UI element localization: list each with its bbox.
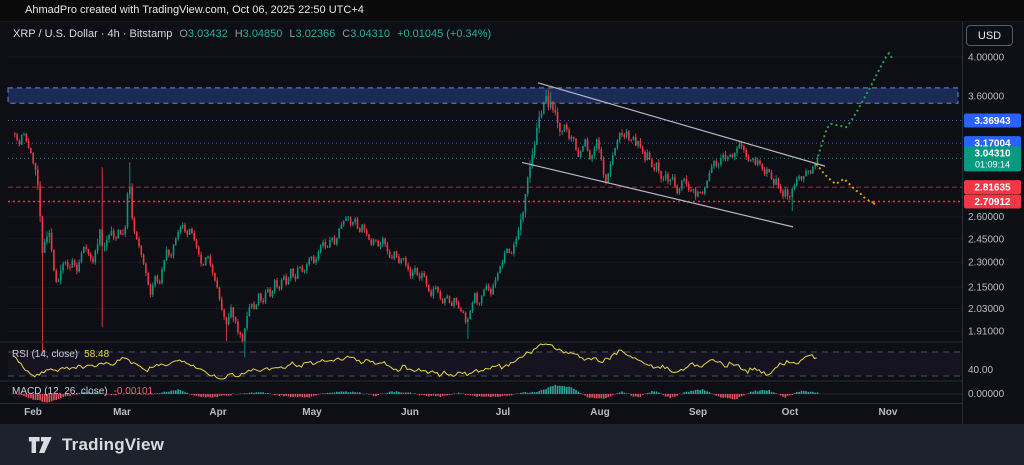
price-axis[interactable]: 4.00000 3.60000 2.60000 2.45000 2.30000 2.150… (968, 52, 1005, 400)
open-label: O (179, 28, 188, 40)
svg-text:May: May (302, 407, 322, 418)
svg-text:4.00000: 4.00000 (968, 52, 1005, 63)
svg-text:Jul: Jul (496, 407, 511, 418)
svg-text:3.60000: 3.60000 (968, 92, 1005, 103)
high-value: 3.04850 (243, 28, 283, 40)
svg-text:Nov: Nov (879, 407, 898, 418)
svg-text:2.45000: 2.45000 (968, 234, 1005, 245)
trendlines[interactable] (522, 83, 825, 227)
rsi-legend: RSI (14, close) 58.48 (12, 349, 109, 360)
symbol-legend: XRP / U.S. Dollar · 4h · Bitstamp O3.0343… (13, 28, 491, 40)
svg-text:2.70912: 2.70912 (974, 197, 1011, 208)
svg-text:Apr: Apr (209, 407, 226, 418)
rsi-value: 58.48 (84, 349, 109, 360)
close-value: 3.04310 (350, 28, 390, 40)
rsi-band-fill (8, 352, 962, 376)
svg-text:2.60000: 2.60000 (968, 212, 1005, 223)
svg-text:2.81635: 2.81635 (974, 183, 1011, 194)
tradingview-brand-text: TradingView (62, 435, 164, 455)
svg-text:Aug: Aug (590, 407, 609, 418)
symbol-title[interactable]: XRP / U.S. Dollar · 4h · Bitstamp (13, 28, 172, 40)
footer-bar: TradingView (0, 424, 1024, 465)
high-label: H (235, 28, 243, 40)
tradingview-logo-icon (28, 435, 53, 455)
time-axis[interactable]: Feb Mar Apr May Jun Jul Aug Sep Oct Nov (24, 407, 898, 418)
svg-text:1.91000: 1.91000 (968, 327, 1005, 338)
svg-text:0.00000: 0.00000 (968, 389, 1005, 400)
bearish-projection[interactable] (816, 164, 875, 207)
candlestick-series (14, 90, 818, 357)
svg-text:2.15000: 2.15000 (968, 283, 1005, 294)
bullish-projection[interactable] (818, 53, 893, 156)
svg-text:2.30000: 2.30000 (968, 258, 1005, 269)
svg-text:Oct: Oct (782, 407, 799, 418)
open-value: 3.03432 (188, 28, 228, 40)
macd-legend: MACD (12, 26, close) -0.00101 (12, 386, 153, 397)
price-level-lines (8, 121, 962, 202)
bar-countdown: 01:09:14 (975, 159, 1010, 169)
watermark-text: AhmadPro created with TradingView.com, O… (25, 4, 364, 16)
svg-text:3.36943: 3.36943 (974, 116, 1011, 127)
svg-text:3.04310: 3.04310 (974, 148, 1011, 159)
svg-text:Jun: Jun (401, 407, 419, 418)
svg-text:Mar: Mar (113, 407, 131, 418)
price-badges[interactable]: 3.369433.170043.0431001:09:142.816352.70… (964, 114, 1021, 209)
change-value: +0.01045 (+0.34%) (397, 28, 491, 40)
low-value: 3.02366 (296, 28, 336, 40)
tradingview-logo[interactable]: TradingView (28, 435, 164, 455)
svg-text:2.03000: 2.03000 (968, 304, 1005, 315)
macd-value: -0.00101 (114, 386, 153, 397)
macd-label[interactable]: MACD (12, 26, close) (12, 386, 108, 397)
svg-text:40.00: 40.00 (968, 365, 993, 376)
svg-text:Sep: Sep (689, 407, 707, 418)
svg-text:Feb: Feb (24, 407, 42, 418)
resistance-zone[interactable] (8, 88, 958, 103)
watermark-bar: AhmadPro created with TradingView.com, O… (0, 0, 1024, 22)
rsi-label[interactable]: RSI (14, close) (12, 349, 78, 360)
chart-canvas[interactable]: 4.00000 3.60000 2.60000 2.45000 2.30000 2.150… (0, 0, 1024, 465)
currency-toggle-button[interactable]: USD (966, 25, 1013, 46)
